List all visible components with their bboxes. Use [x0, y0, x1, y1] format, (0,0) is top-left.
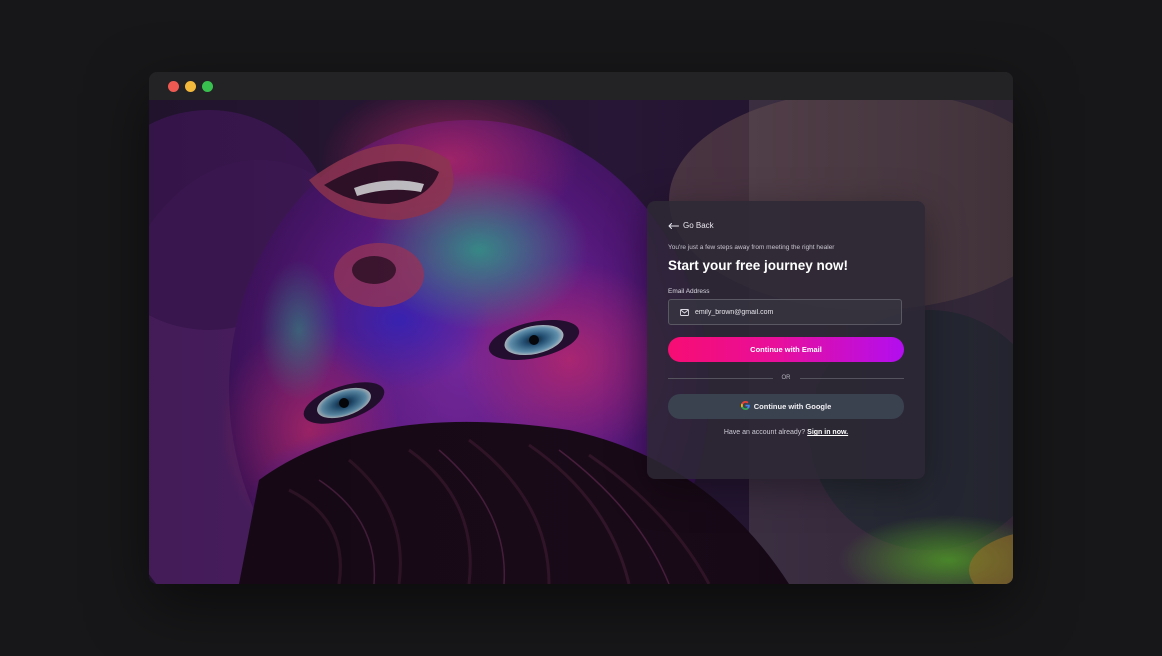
or-divider: OR — [668, 373, 904, 383]
title-bar — [149, 72, 1013, 100]
close-window-button[interactable] — [168, 81, 179, 92]
signup-card: Go Back You're just a few steps away fro… — [647, 201, 925, 479]
sign-in-link[interactable]: Sign in now. — [807, 429, 848, 436]
continue-with-email-button[interactable]: Continue with Email — [668, 337, 904, 362]
email-input[interactable] — [695, 308, 885, 316]
page-content: Go Back You're just a few steps away fro… — [149, 100, 1013, 584]
signin-row: Have an account already? Sign in now. — [647, 429, 925, 436]
continue-with-google-label: Continue with Google — [753, 402, 832, 411]
maximize-window-button[interactable] — [202, 81, 213, 92]
email-field[interactable] — [668, 299, 902, 325]
card-subtitle: You're just a few steps away from meetin… — [668, 244, 835, 251]
go-back-label: Go Back — [683, 221, 714, 230]
divider-or-text: OR — [781, 375, 791, 381]
google-logo-icon — [740, 401, 750, 412]
go-back-link[interactable]: Go Back — [668, 221, 714, 230]
mail-icon — [680, 303, 689, 321]
divider-line-left — [668, 377, 773, 379]
email-label: Email Address — [668, 288, 710, 295]
arrow-left-icon — [668, 222, 679, 229]
signin-prompt: Have an account already? — [723, 429, 806, 436]
divider-line-right — [799, 377, 904, 379]
continue-with-google-button[interactable]: Continue with Google — [668, 394, 904, 419]
card-heading: Start your free journey now! — [668, 258, 849, 273]
minimize-window-button[interactable] — [185, 81, 196, 92]
browser-window: Go Back You're just a few steps away fro… — [149, 72, 1013, 584]
